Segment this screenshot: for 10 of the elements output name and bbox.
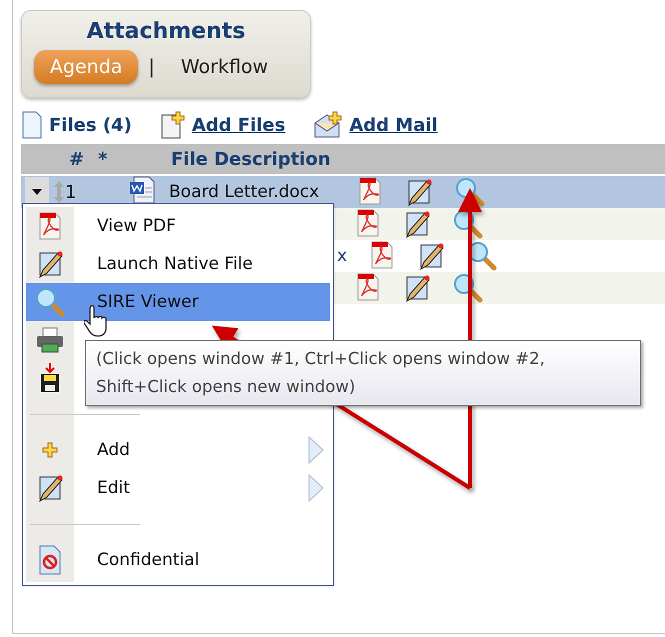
row-number: 1 [65,182,78,202]
tab-separator: | [148,56,155,78]
files-count: Files (4) [49,114,132,136]
section-title: Attachments [86,19,246,44]
column-header: * [98,148,108,170]
file-name: x [337,246,348,266]
tooltip: (Click opens window #1, Ctrl+Click opens window #2, Shift+Click opens new window) [85,340,641,406]
column-header: # [69,148,86,170]
file-name: Board Letter.docx [169,182,320,202]
column-header: File Description [171,148,332,170]
